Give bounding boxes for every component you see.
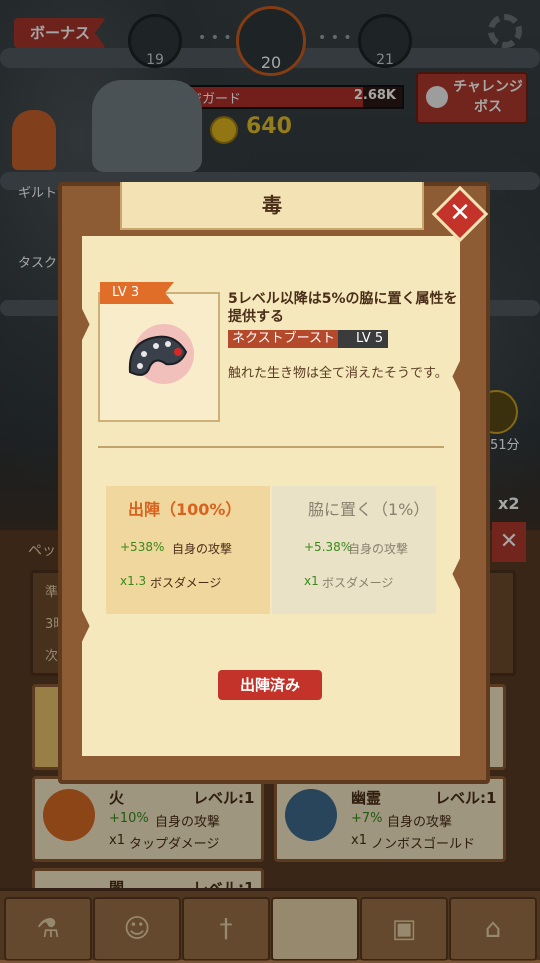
deployed-header: 出陣（100%） [128, 500, 242, 519]
divider [98, 446, 444, 448]
sideline-boss-value: x1 [304, 574, 319, 588]
next-boost-level: LV 5 [356, 331, 384, 346]
dialog-title: 毒 [120, 182, 424, 230]
sideline-boss-label: ボスダメージ [322, 576, 394, 590]
sideline-header: 脇に置く（1%） [308, 500, 430, 519]
sideline-attack-label: 自身の攻撃 [348, 542, 409, 556]
next-boost-bar: ネクストブースト LV 5 [228, 330, 388, 348]
sideline-attack-value: +5.38% [304, 540, 353, 554]
next-boost-label: ネクストブースト [228, 330, 338, 348]
poison-pet-icon [128, 324, 194, 384]
pet-description: 5レベル以降は5%の脇に置く属性を提供する [228, 291, 458, 325]
level-tag: LV 3 [100, 282, 174, 304]
deployed-boss-value: x1.3 [120, 574, 147, 588]
deployed-attack-value: +538% [120, 540, 165, 554]
deployed-button[interactable]: 出陣済み [218, 670, 322, 700]
pet-portrait [98, 292, 220, 422]
close-icon[interactable]: ✕ [440, 194, 480, 234]
deployed-boss-label: ボスダメージ [150, 576, 222, 590]
deployed-attack-label: 自身の攻撃 [172, 542, 233, 556]
pet-flavor-text: 触れた生き物は全て消えたそうです。 [228, 366, 448, 381]
